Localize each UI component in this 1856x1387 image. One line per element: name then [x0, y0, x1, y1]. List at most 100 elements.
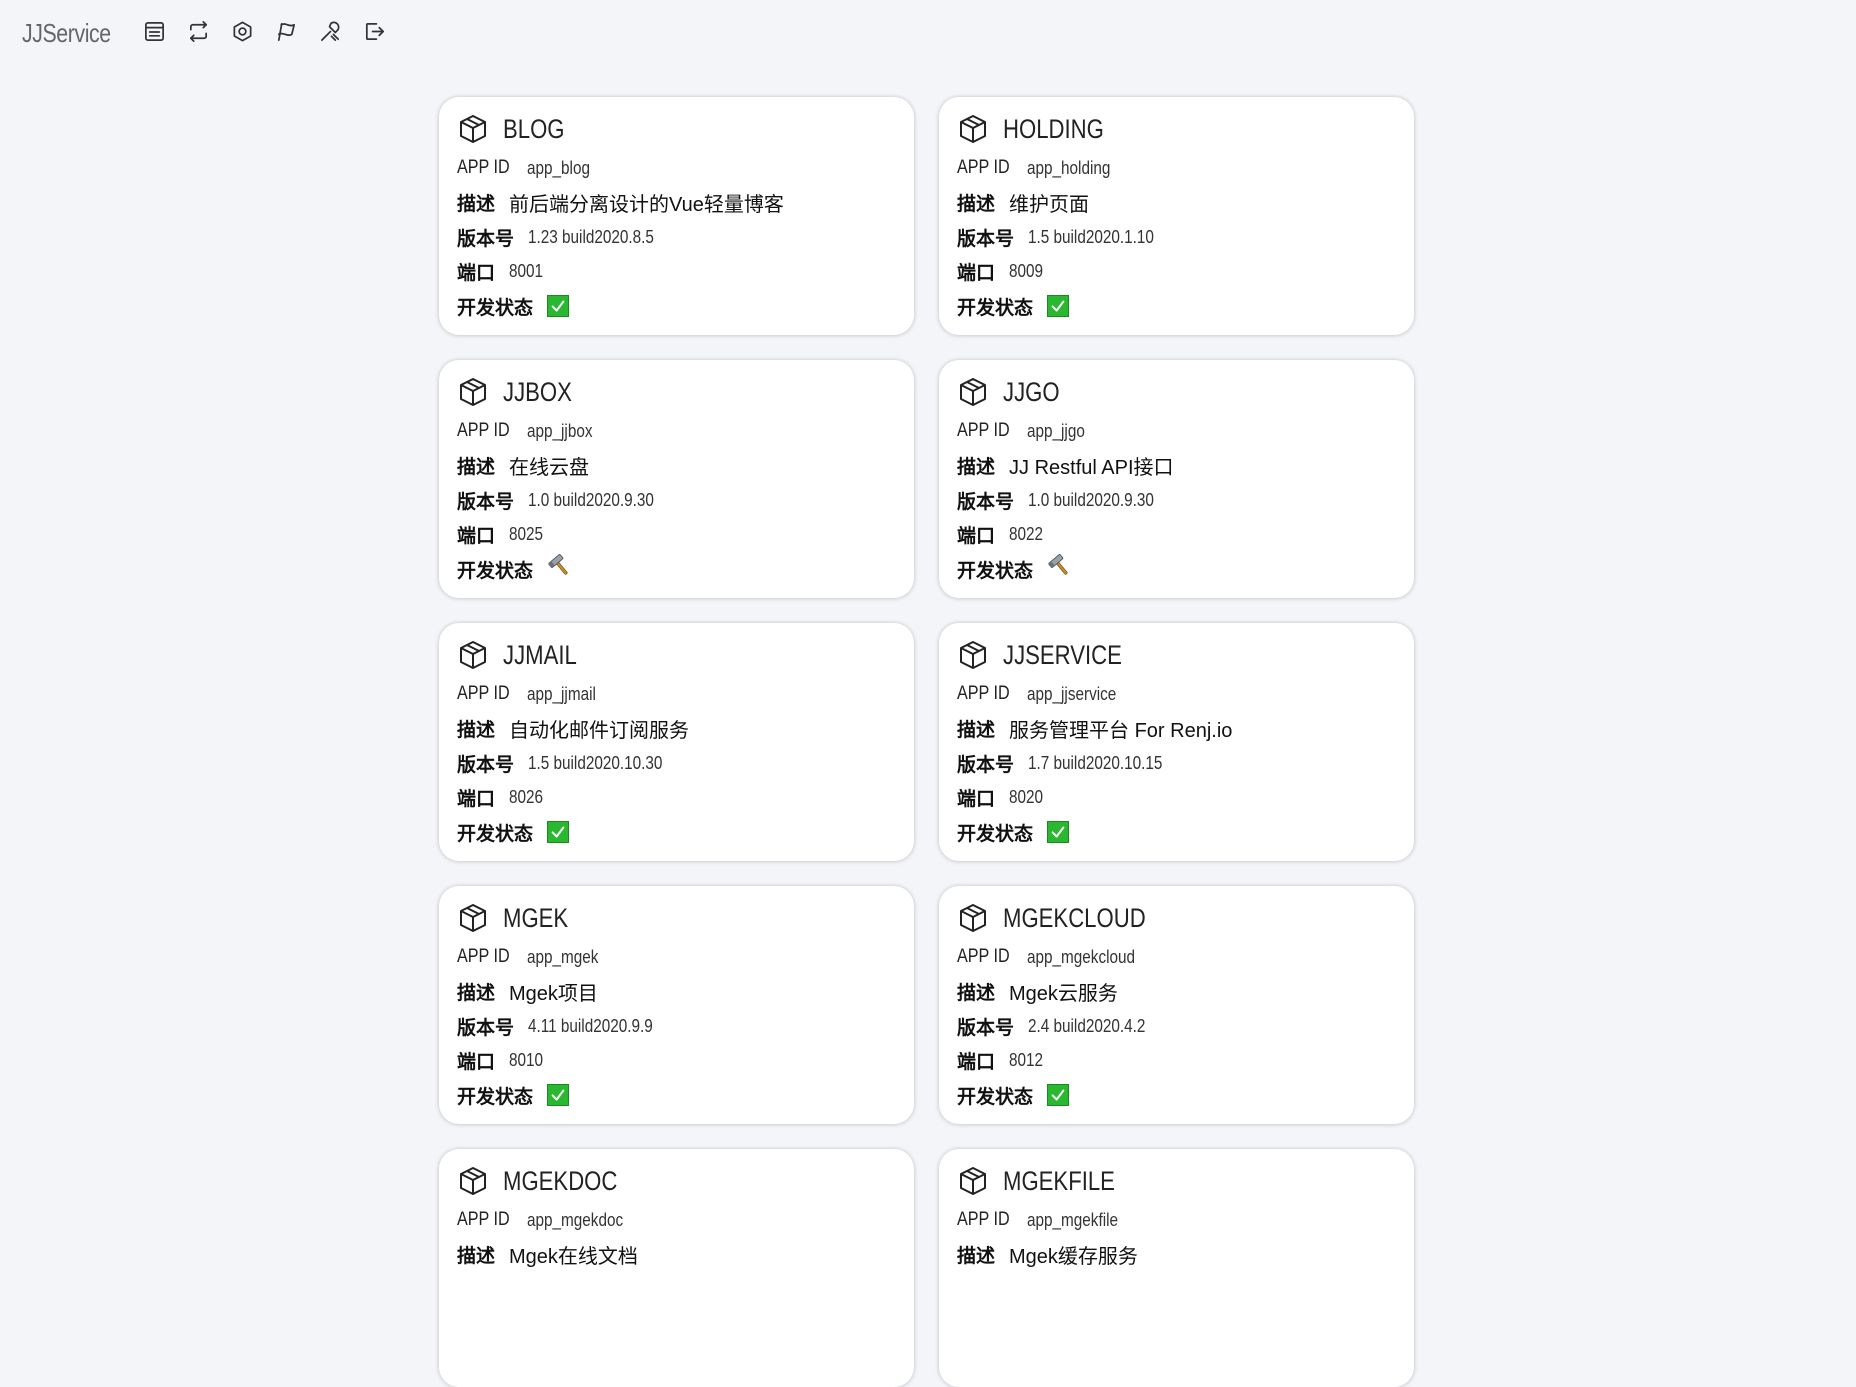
app-id-row: APP ID app_mgekcloud — [957, 940, 1396, 975]
service-name: MGEKFILE — [1003, 1165, 1115, 1196]
app-id-value: app_holding — [1026, 157, 1111, 178]
card-header: HOLDING — [957, 111, 1396, 147]
service-card-jjservice[interactable]: JJSERVICE APP ID app_jjservice 描述 服务管理平台… — [939, 623, 1414, 861]
status-row: 开发状态 — [957, 815, 1396, 850]
desc-value: Mgek缓存服务 — [1009, 1246, 1138, 1269]
version-value: 1.7 build2020.10.15 — [1028, 752, 1163, 773]
desc-label: 描述 — [957, 983, 996, 1005]
service-card-jjbox[interactable]: JJBOX APP ID app_jjbox 描述 在线云盘 版本号 1.0 b… — [439, 360, 914, 598]
list-icon[interactable] — [143, 20, 166, 43]
service-card-mgekfile[interactable]: MGEKFILE APP ID app_mgekfile 描述 Mgek缓存服务… — [939, 1149, 1414, 1387]
version-label: 版本号 — [457, 1017, 515, 1039]
card-header: JJGO — [957, 374, 1396, 410]
port-label: 端口 — [457, 1052, 496, 1074]
app-id-value: app_blog — [526, 157, 590, 178]
status-row: 开发状态 — [457, 552, 896, 587]
check-icon — [1047, 1084, 1070, 1107]
status-row: 开发状态 — [457, 1078, 896, 1113]
status-label: 开发状态 — [457, 823, 534, 845]
desc-row: 描述 JJ Restful API接口 — [957, 449, 1396, 484]
port-value: 8009 — [1009, 261, 1044, 282]
app-id-row: APP ID app_blog — [457, 151, 896, 186]
version-value: 1.5 build2020.10.30 — [528, 752, 663, 773]
status-label: 开发状态 — [957, 823, 1034, 845]
service-name: JJGO — [1003, 376, 1060, 407]
status-label: 开发状态 — [957, 1086, 1034, 1108]
service-name: MGEKCLOUD — [1003, 902, 1146, 933]
nav-toolbar — [143, 20, 386, 43]
desc-label: 描述 — [457, 983, 496, 1005]
desc-value: JJ Restful API接口 — [1009, 457, 1174, 480]
brand-logo[interactable]: JJService — [22, 18, 111, 49]
flag-icon[interactable] — [275, 20, 298, 43]
check-icon — [1047, 821, 1070, 844]
version-label: 版本号 — [957, 228, 1015, 250]
status-row: 开发状态 — [957, 1078, 1396, 1113]
settings-icon[interactable] — [231, 20, 254, 43]
port-row: 端口 8009 — [957, 255, 1396, 290]
service-card-jjgo[interactable]: JJGO APP ID app_jjgo 描述 JJ Restful API接口… — [939, 360, 1414, 598]
desc-row: 描述 Mgek在线文档 — [457, 1238, 896, 1273]
app-id-value: app_jjmail — [526, 683, 596, 704]
service-card-mgekdoc[interactable]: MGEKDOC APP ID app_mgekdoc 描述 Mgek在线文档 版… — [439, 1149, 914, 1387]
status-row: 开发状态 — [957, 289, 1396, 324]
tools-icon[interactable] — [319, 20, 342, 43]
version-value: 1.23 build2020.8.5 — [528, 226, 654, 247]
package-icon — [460, 378, 486, 406]
desc-label: 描述 — [457, 1246, 496, 1268]
desc-row: 描述 Mgek缓存服务 — [957, 1238, 1396, 1273]
port-label: 端口 — [457, 789, 496, 811]
version-label: 版本号 — [457, 491, 515, 513]
service-card-mgek[interactable]: MGEK APP ID app_mgek 描述 Mgek项目 版本号 4.11 … — [439, 886, 914, 1124]
port-row: 端口 8012 — [957, 1044, 1396, 1079]
card-header: BLOG — [457, 111, 896, 147]
port-label: 端口 — [457, 526, 496, 548]
app-id-label: APP ID — [457, 157, 510, 179]
version-label: 版本号 — [957, 1017, 1015, 1039]
version-value: 4.11 build2020.9.9 — [528, 1015, 653, 1036]
app-id-value: app_jjservice — [1026, 683, 1117, 704]
package-icon — [960, 115, 986, 143]
status-label: 开发状态 — [957, 297, 1034, 319]
version-row: 版本号 1.0 build2020.9.30 — [957, 483, 1396, 518]
port-label: 端口 — [957, 263, 996, 285]
logout-icon[interactable] — [363, 20, 386, 43]
check-icon — [547, 821, 570, 844]
app-id-value: app_mgekdoc — [526, 1209, 624, 1230]
status-label: 开发状态 — [957, 560, 1034, 582]
port-label: 端口 — [957, 526, 996, 548]
app-id-row: APP ID app_mgekdoc — [457, 1203, 896, 1238]
desc-value: Mgek项目 — [509, 983, 598, 1006]
port-value: 8010 — [509, 1050, 544, 1071]
service-name: JJBOX — [503, 376, 572, 407]
desc-label: 描述 — [957, 457, 996, 479]
version-row: 版本号 4.11 build2020.9.9 — [457, 1009, 896, 1044]
version-value: 1.0 build2020.9.30 — [528, 489, 654, 510]
app-id-value: app_mgekfile — [1026, 1209, 1118, 1230]
sync-icon[interactable] — [187, 20, 210, 43]
top-bar: JJService — [0, 0, 1856, 68]
desc-row: 描述 在线云盘 — [457, 449, 896, 484]
port-value: 8025 — [509, 524, 544, 545]
service-card-jjmail[interactable]: JJMAIL APP ID app_jjmail 描述 自动化邮件订阅服务 版本… — [439, 623, 914, 861]
package-icon — [960, 1167, 986, 1195]
port-row: 端口 8026 — [457, 781, 896, 816]
service-card-mgekcloud[interactable]: MGEKCLOUD APP ID app_mgekcloud 描述 Mgek云服… — [939, 886, 1414, 1124]
service-name: JJMAIL — [503, 639, 577, 670]
package-icon — [960, 378, 986, 406]
version-label: 版本号 — [957, 754, 1015, 776]
card-header: JJBOX — [457, 374, 896, 410]
app-id-label: APP ID — [457, 420, 510, 442]
app-id-label: APP ID — [957, 420, 1010, 442]
port-value: 8020 — [1009, 787, 1044, 808]
service-name: MGEKDOC — [503, 1165, 618, 1196]
package-icon — [460, 1167, 486, 1195]
service-card-holding[interactable]: HOLDING APP ID app_holding 描述 维护页面 版本号 1… — [939, 97, 1414, 335]
desc-value: 前后端分离设计的Vue轻量博客 — [509, 194, 784, 217]
port-row: 端口 8001 — [457, 255, 896, 290]
service-card-blog[interactable]: BLOG APP ID app_blog 描述 前后端分离设计的Vue轻量博客 … — [439, 97, 914, 335]
version-row: 版本号 2.4 build2020.4.2 — [957, 1009, 1396, 1044]
status-label: 开发状态 — [457, 1086, 534, 1108]
desc-row: 描述 前后端分离设计的Vue轻量博客 — [457, 186, 896, 221]
version-value: 1.0 build2020.9.30 — [1028, 489, 1154, 510]
